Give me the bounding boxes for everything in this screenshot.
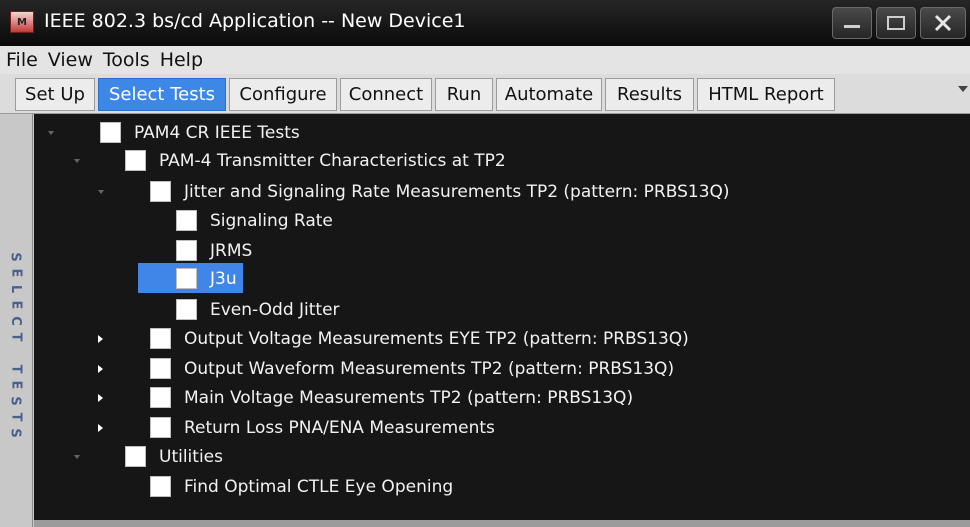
side-letter: L — [7, 284, 23, 294]
collapsed-arrow-icon[interactable] — [98, 424, 103, 432]
tree-node-label: Even-Odd Jitter — [210, 300, 340, 320]
tree-checkbox[interactable] — [176, 268, 197, 289]
expanded-arrow-icon[interactable] — [98, 190, 104, 194]
minimize-button[interactable] — [832, 7, 872, 39]
side-letter: S — [8, 252, 23, 262]
collapsed-arrow-icon[interactable] — [98, 365, 103, 373]
tree-checkbox[interactable] — [100, 122, 121, 143]
side-letter: C — [7, 316, 23, 326]
tree-checkbox[interactable] — [125, 150, 146, 171]
expanded-arrow-icon[interactable] — [74, 455, 80, 459]
tree-node-jitter-signaling[interactable]: Jitter and Signaling Rate Measurements T… — [34, 178, 934, 206]
tree-checkbox[interactable] — [176, 240, 197, 261]
minimize-icon — [844, 25, 860, 28]
tree-checkbox[interactable] — [150, 387, 171, 408]
menu-view[interactable]: View — [48, 49, 93, 71]
tab-html-report[interactable]: HTML Report — [697, 78, 835, 111]
tree-node-utilities[interactable]: Utilities — [34, 443, 934, 471]
tree-node-label: Output Voltage Measurements EYE TP2 (pat… — [184, 329, 689, 349]
side-letter: T — [8, 412, 23, 422]
tree-node-output-voltage[interactable]: Output Voltage Measurements EYE TP2 (pat… — [34, 325, 934, 353]
menu-tools[interactable]: Tools — [103, 49, 150, 71]
select-tests-vertical-label: S E L E C T T E S T S — [4, 249, 26, 441]
maximize-icon — [887, 16, 905, 30]
tree-node-find-optimal-ctle[interactable]: Find Optimal CTLE Eye Opening — [34, 473, 934, 501]
tree-node-pam4-cr-ieee-tests[interactable]: PAM4 CR IEEE Tests — [34, 119, 934, 147]
side-letter: T — [8, 332, 23, 342]
tree-node-label: Return Loss PNA/ENA Measurements — [184, 418, 495, 438]
side-letter: T — [8, 364, 23, 374]
close-button[interactable] — [920, 7, 966, 39]
tab-connect[interactable]: Connect — [340, 78, 432, 111]
tree-node-label: Find Optimal CTLE Eye Opening — [184, 477, 454, 497]
tab-overflow-icon[interactable] — [958, 86, 968, 92]
tree-node-label: J3u — [210, 269, 237, 289]
tab-results[interactable]: Results — [605, 78, 694, 111]
tree-checkbox[interactable] — [150, 181, 171, 202]
tree-node-even-odd-jitter[interactable]: Even-Odd Jitter — [34, 296, 934, 324]
menu-file[interactable]: File — [6, 49, 38, 71]
side-letter: S — [8, 428, 23, 438]
tree-node-label: Output Waveform Measurements TP2 (patter… — [184, 359, 675, 379]
tree-node-label: Main Voltage Measurements TP2 (pattern: … — [184, 388, 634, 408]
side-letter: E — [7, 380, 23, 390]
tab-select-tests[interactable]: Select Tests — [98, 78, 226, 111]
tree-node-label: Utilities — [159, 447, 223, 467]
tree-node-label: Jitter and Signaling Rate Measurements T… — [184, 182, 730, 202]
tree-checkbox[interactable] — [150, 476, 171, 497]
side-letter: S — [8, 396, 23, 406]
tree-node-pam4-transmitter[interactable]: PAM-4 Transmitter Characteristics at TP2 — [34, 147, 934, 175]
expanded-arrow-icon[interactable] — [48, 131, 54, 135]
collapsed-arrow-icon[interactable] — [98, 394, 103, 402]
tab-configure[interactable]: Configure — [229, 78, 337, 111]
tree-node-label: JRMS — [210, 241, 253, 261]
tree-node-output-waveform[interactable]: Output Waveform Measurements TP2 (patter… — [34, 355, 934, 383]
tree-checkbox[interactable] — [176, 210, 197, 231]
tree-checkbox[interactable] — [125, 446, 146, 467]
tree-node-j3u[interactable]: J3u — [34, 265, 934, 293]
menu-help[interactable]: Help — [160, 49, 203, 71]
tab-run[interactable]: Run — [435, 78, 493, 111]
side-panel-label: S E L E C T T E S T S — [0, 114, 33, 527]
tree-node-label: Signaling Rate — [210, 211, 333, 231]
tab-set-up[interactable]: Set Up — [15, 78, 95, 111]
tree-node-main-voltage[interactable]: Main Voltage Measurements TP2 (pattern: … — [34, 384, 934, 412]
maximize-button[interactable] — [876, 7, 916, 39]
tree-checkbox[interactable] — [176, 299, 197, 320]
close-icon — [934, 14, 952, 32]
tree-node-signaling-rate[interactable]: Signaling Rate — [34, 207, 934, 235]
app-icon[interactable]: M — [10, 11, 34, 33]
tree-node-label: PAM-4 Transmitter Characteristics at TP2 — [159, 151, 506, 171]
title-bar: M IEEE 802.3 bs/cd Application -- New De… — [0, 0, 970, 46]
tree-checkbox[interactable] — [150, 417, 171, 438]
bottom-border — [34, 520, 970, 527]
tab-automate[interactable]: Automate — [496, 78, 602, 111]
window-title: IEEE 802.3 bs/cd Application -- New Devi… — [44, 10, 466, 32]
side-letter: E — [7, 300, 23, 310]
collapsed-arrow-icon[interactable] — [98, 335, 103, 343]
tree-node-return-loss[interactable]: Return Loss PNA/ENA Measurements — [34, 414, 934, 442]
side-letter: E — [7, 268, 23, 278]
tree-node-jrms[interactable]: JRMS — [34, 237, 934, 265]
tab-bar: Set Up Select Tests Configure Connect Ru… — [0, 74, 970, 114]
menu-bar: File View Tools Help — [0, 46, 970, 74]
tree-node-label: PAM4 CR IEEE Tests — [134, 123, 300, 143]
expanded-arrow-icon[interactable] — [74, 159, 80, 163]
tree-checkbox[interactable] — [150, 358, 171, 379]
tree-checkbox[interactable] — [150, 328, 171, 349]
